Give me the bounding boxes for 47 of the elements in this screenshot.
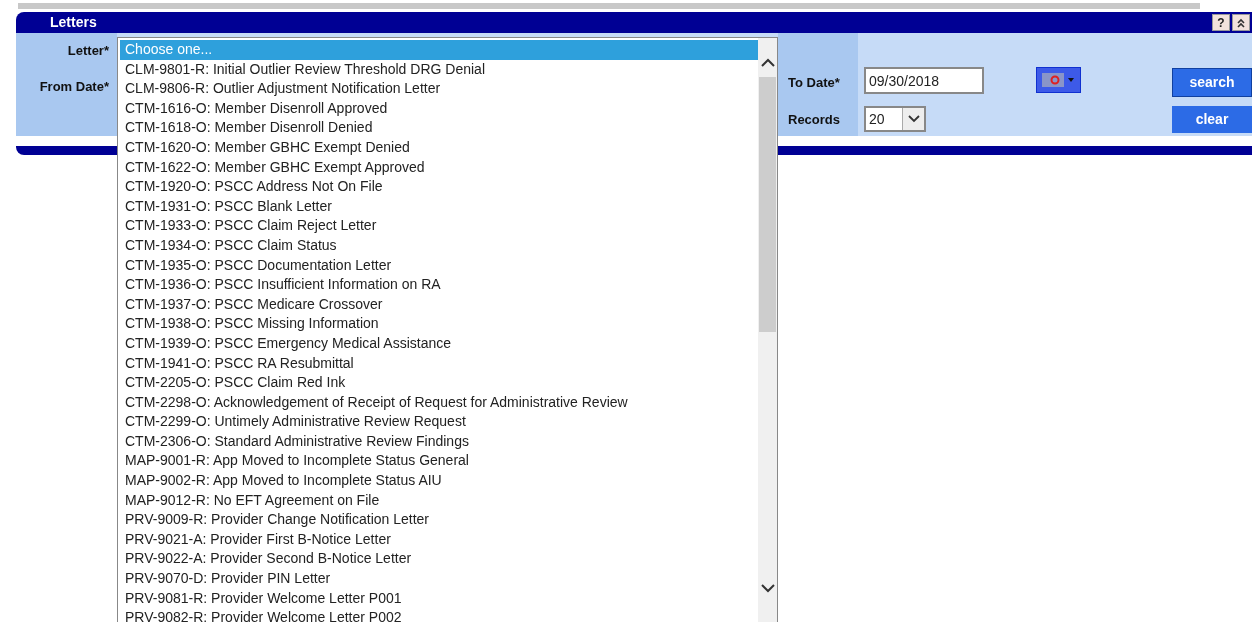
records-select[interactable]: 20 (864, 106, 926, 132)
letter-option[interactable]: MAP-9001-R: App Moved to Incomplete Status General (120, 451, 758, 472)
letter-option[interactable]: CTM-1618-O: Member Disenroll Denied (120, 118, 758, 138)
clear-button[interactable]: clear (1172, 106, 1252, 133)
letter-option[interactable]: CTM-1622-O: Member GBHC Exempt Approved (120, 157, 758, 178)
letter-option[interactable]: CTM-1931-O: PSCC Blank Letter (120, 196, 758, 217)
letter-option[interactable]: CTM-2299-O: Untimely Administrative Review Request (120, 412, 758, 432)
letter-option[interactable]: CTM-1934-O: PSCC Claim Status (120, 235, 758, 256)
letter-option[interactable]: CTM-1620-O: Member GBHC Exempt Denied (120, 137, 758, 158)
search-button[interactable]: search (1172, 68, 1252, 97)
letter-option[interactable]: PRV-9021-A: Provider First B-Notice Letter (120, 529, 758, 550)
letter-option[interactable]: PRV-9082-R: Provider Welcome Letter P002 (120, 608, 758, 622)
letter-option[interactable]: CTM-2298-O: Acknowledgement of Receipt of Request for Administrative Review (120, 392, 758, 413)
letter-option[interactable]: CTM-1920-O: PSCC Address Not On File (120, 177, 758, 197)
collapse-button[interactable] (1232, 14, 1250, 31)
letter-option[interactable]: PRV-9081-R: Provider Welcome Letter P001 (120, 588, 758, 609)
letter-option[interactable]: CTM-1941-O: PSCC RA Resubmittal (120, 353, 758, 374)
letter-option[interactable]: CTM-1933-O: PSCC Claim Reject Letter (120, 216, 758, 236)
records-label: Records (788, 110, 842, 129)
letter-option[interactable]: MAP-9002-R: App Moved to Incomplete Status AIU (120, 471, 758, 491)
from-date-label: From Date* (39, 77, 109, 96)
letter-option[interactable]: PRV-9070-D: Provider PIN Letter (120, 569, 758, 589)
letter-option[interactable]: PRV-9009-R: Provider Change Notification Letter (120, 510, 758, 530)
letter-option[interactable]: PRV-9022-A: Provider Second B-Notice Letter (120, 549, 758, 570)
double-chevron-up-icon (1236, 17, 1246, 28)
scrollbar[interactable] (758, 38, 777, 622)
help-button[interactable]: ? (1212, 14, 1230, 31)
letter-option[interactable]: CLM-9806-R: Outlier Adjustment Notification Letter (120, 79, 758, 99)
to-date-label: To Date* (788, 74, 841, 92)
caret-icon (907, 115, 920, 123)
letter-option[interactable]: CTM-1936-O: PSCC Insufficient Information on RA (120, 275, 758, 295)
calendar-button[interactable] (1036, 67, 1081, 93)
letter-option[interactable]: CTM-1935-O: PSCC Documentation Letter (120, 255, 758, 276)
panel-title: Letters (50, 13, 97, 32)
letter-option[interactable]: MAP-9012-R: No EFT Agreement on File (120, 490, 758, 511)
scroll-down-icon (760, 584, 775, 593)
scroll-up-icon (760, 58, 775, 67)
scrollbar-thumb[interactable] (759, 77, 776, 332)
letter-option[interactable]: CTM-1616-O: Member Disenroll Approved (120, 98, 758, 119)
letter-option[interactable]: CLM-9801-R: Initial Outlier Review Threshold DRG Denial (120, 59, 758, 80)
letter-option[interactable]: CTM-1938-O: PSCC Missing Information (120, 314, 758, 334)
letter-option[interactable]: CTM-2306-O: Standard Administrative Review Findings (120, 431, 758, 452)
letter-option[interactable]: CTM-2205-O: PSCC Claim Red Ink (120, 373, 758, 393)
letter-option[interactable]: CTM-1939-O: PSCC Emergency Medical Assistance (120, 333, 758, 354)
letter-label: Letter* (67, 42, 109, 60)
to-date-field[interactable]: 09/30/2018 (864, 67, 984, 94)
letter-option[interactable]: CTM-1937-O: PSCC Medicare Crossover (120, 294, 758, 315)
